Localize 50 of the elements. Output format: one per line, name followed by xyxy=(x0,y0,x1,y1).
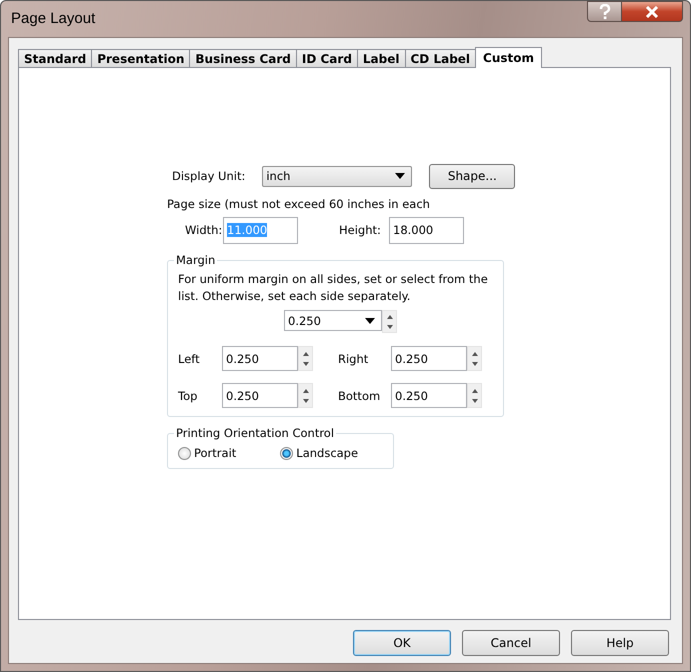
tab[interactable]: Label xyxy=(356,49,406,67)
radio-option[interactable]: Portrait xyxy=(178,446,236,460)
spin-buttons[interactable] xyxy=(467,383,482,408)
tab[interactable]: Business Card xyxy=(189,49,297,67)
group-title: Margin xyxy=(175,253,216,267)
window-title: Page Layout xyxy=(11,10,96,27)
dialog-button[interactable]: OK xyxy=(353,630,451,656)
tab[interactable]: Presentation xyxy=(91,49,190,67)
field-label: Width: xyxy=(185,223,223,237)
field-label: Display Unit: xyxy=(172,169,246,183)
field-label: Bottom xyxy=(338,388,382,402)
dialog-button[interactable]: Help xyxy=(571,630,669,656)
margin-dropdown[interactable]: 0.250 xyxy=(284,310,382,331)
radio-button[interactable] xyxy=(178,446,191,460)
dialog-button[interactable]: Cancel xyxy=(462,630,560,656)
shape-button[interactable]: Shape... xyxy=(429,164,516,188)
close-icon xyxy=(645,6,659,18)
up-down-arrows-icon xyxy=(302,350,308,368)
help-button[interactable] xyxy=(587,1,622,22)
up-down-arrows-icon xyxy=(472,350,478,368)
tab[interactable]: CD Label xyxy=(404,49,476,67)
question-mark-icon xyxy=(598,4,612,20)
field-label: Height: xyxy=(339,223,382,237)
dropdown-arrow-icon xyxy=(395,173,406,179)
radio-button[interactable] xyxy=(280,446,294,460)
margin-field[interactable]: 0.250 xyxy=(222,346,298,371)
margin-field[interactable]: 0.250 xyxy=(222,383,298,408)
tab[interactable]: ID Card xyxy=(296,49,358,67)
up-down-arrows-icon xyxy=(386,312,392,330)
margin-field[interactable]: 0.250 xyxy=(391,346,467,371)
spin-buttons[interactable] xyxy=(298,346,313,371)
field-label: Left xyxy=(178,352,201,366)
up-down-arrows-icon xyxy=(472,386,478,404)
field-label: Top xyxy=(178,388,198,402)
page-size-note: Page size (must not exceed 60 inches in each xyxy=(167,197,431,211)
margin-field[interactable]: 0.250 xyxy=(391,383,467,408)
dropdown-arrow-icon xyxy=(365,318,375,324)
instructions-text: For uniform margin on all sides, set or select from the list. Otherwise, set each side separately. xyxy=(178,271,489,305)
up-down-arrows-icon xyxy=(302,386,308,404)
tab[interactable]: Standard xyxy=(18,49,92,67)
field-label: Right xyxy=(338,352,370,366)
tab[interactable]: Custom xyxy=(475,47,542,68)
spin-buttons[interactable] xyxy=(382,310,397,333)
spin-buttons[interactable] xyxy=(298,383,313,408)
radio-option[interactable]: Landscape xyxy=(280,446,358,460)
spin-buttons[interactable] xyxy=(467,346,482,371)
height-field[interactable]: 18.000 xyxy=(389,216,464,244)
group-title: Printing Orientation Control xyxy=(175,426,336,440)
unit-dropdown[interactable]: inch xyxy=(262,166,412,186)
close-button[interactable] xyxy=(622,1,683,22)
